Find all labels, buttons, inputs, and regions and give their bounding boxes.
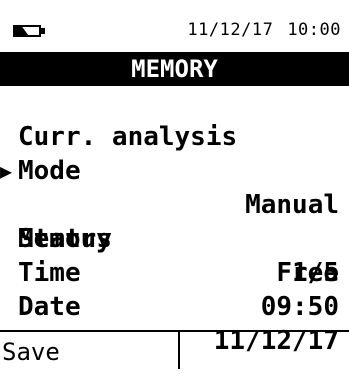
status-datetime: 11/12/17 10:00 <box>187 18 341 42</box>
memory-menu-list: Curr. analysis Mode Manual ▶ Memory 1/5 … <box>0 86 349 356</box>
battery-icon <box>13 25 41 37</box>
softkey-bar: Save <box>0 330 349 369</box>
menu-row-date[interactable]: Date 11/12/17 <box>0 256 349 356</box>
menu-row-memory[interactable]: ▶ Memory 1/5 <box>0 154 349 288</box>
menu-row-label: Date <box>18 292 81 322</box>
battery-tip <box>41 28 45 34</box>
page-title: MEMORY <box>0 52 349 86</box>
device-screen: 11/12/17 10:00 MEMORY Curr. analysis Mode… <box>0 0 349 369</box>
menu-row-status[interactable]: Status Free <box>0 188 349 288</box>
status-date: 11/12/17 <box>187 20 274 40</box>
battery-fill <box>15 27 29 35</box>
menu-row-curr-analysis[interactable]: Curr. analysis <box>0 86 349 152</box>
menu-row-value: 09:50 <box>260 292 339 322</box>
status-time: 10:00 <box>287 20 341 40</box>
right-softkey-button[interactable] <box>180 332 349 369</box>
menu-row-time[interactable]: Time 09:50 <box>0 222 349 322</box>
selection-pointer-icon: ▶ <box>0 159 13 183</box>
menu-row-mode[interactable]: Mode Manual <box>0 120 349 220</box>
save-softkey-button[interactable]: Save <box>0 332 180 369</box>
status-bar: 11/12/17 10:00 <box>0 0 349 46</box>
